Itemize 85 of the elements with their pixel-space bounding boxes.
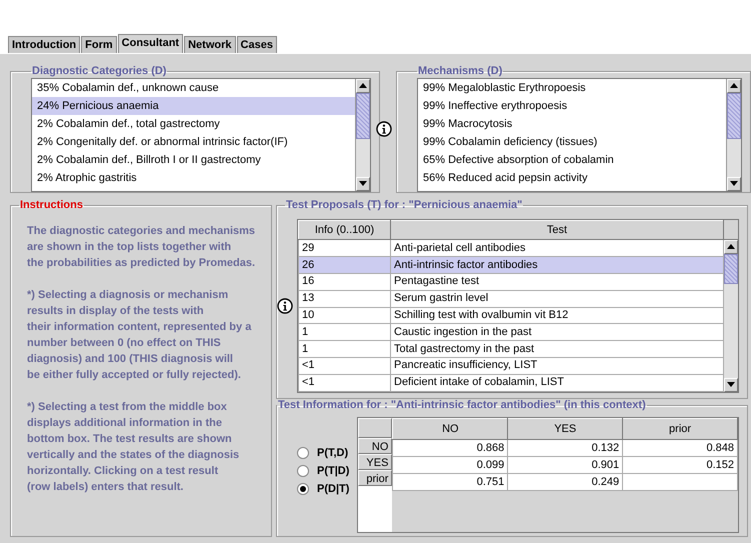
list-item[interactable]: 2% Cobalamin def., total gastrectomy: [32, 114, 355, 132]
table-cell: 26: [298, 256, 390, 274]
list-item[interactable]: 2% Atrophic gastritis: [32, 168, 355, 186]
instruction-paragraph: *) Selecting a test from the middle box displays additional information in the bottom box. The test results are shown vertically and the states of the diagnosis horizontally. Clicking on a test result (row labels) enters that result.: [27, 400, 240, 495]
table-cell: 0.249: [508, 474, 623, 490]
arrow-up-icon[interactable]: [727, 244, 735, 249]
arrow-up-icon[interactable]: [359, 83, 367, 88]
table-cell: 0.751: [392, 474, 508, 490]
radio-button[interactable]: [297, 447, 309, 459]
table-cell: 0.152: [622, 456, 738, 474]
scrollbar[interactable]: [726, 78, 741, 190]
arrow-down-icon[interactable]: [359, 181, 367, 186]
column-header[interactable]: Info (0..100): [298, 220, 390, 240]
table-cell: 13: [298, 290, 390, 308]
group-title: Diagnostic Categories (D): [31, 65, 168, 77]
table-cell: Pentagastine test: [390, 273, 724, 290]
table-cell: 1: [298, 340, 390, 358]
table-cell: 10: [298, 307, 390, 324]
row-header[interactable]: YES: [358, 454, 392, 470]
table-cell: 1: [298, 324, 390, 341]
list-item[interactable]: 2% Cobalamin def., Billroth I or II gastrectomy: [32, 150, 355, 168]
table-cell: <1: [298, 374, 390, 391]
scroll-thumb[interactable]: [727, 92, 741, 138]
tab[interactable]: Cases: [236, 36, 277, 53]
radio-option[interactable]: P(T|D): [297, 465, 350, 477]
tab[interactable]: Consultant: [118, 34, 184, 53]
arrow-down-icon[interactable]: [727, 382, 735, 387]
table-row[interactable]: 13 Serum gastrin level: [298, 290, 724, 308]
list-item[interactable]: 24% Pernicious anaemia: [32, 96, 355, 114]
table-row[interactable]: 1 Total gastrectomy in the past: [298, 340, 724, 358]
table-cell: Deficient intake of cobalamin, LIST: [390, 374, 724, 391]
info-icon[interactable]: [277, 298, 293, 314]
table-row[interactable]: <1 Pancreatic insufficiency, LIST: [298, 357, 724, 374]
instruction-paragraph: *) Selecting a diagnosis or mechanism results in display of the tests with their information content, represented by a number between 0 (no effect on THIS diagnosis) and 100 (THIS diagnosis will be either fully accepted or fully rejected).: [27, 288, 252, 383]
group-title: Test Proposals (T) for : "Pernicious anaemia": [285, 199, 524, 211]
list-item[interactable]: 2% Congenitally def. or abnormal intrinsic factor(IF): [32, 132, 355, 150]
table-row[interactable]: <1 Deficient intake of cobalamin, LIST: [298, 374, 724, 391]
list-item[interactable]: 65% Defective absorption of cobalamin: [418, 150, 726, 168]
list-item[interactable]: 99% Cobalamin deficiency (tissues): [418, 132, 726, 150]
list-item[interactable]: 35% Cobalamin def., unknown cause: [32, 78, 355, 96]
table-cell: Serum gastrin level: [390, 290, 724, 308]
table-cell: 16: [298, 273, 390, 290]
group-title: Mechanisms (D): [417, 65, 504, 77]
table-row[interactable]: 10 Schilling test with ovalbumin vit B12: [298, 307, 724, 324]
arrow-down-icon[interactable]: [730, 181, 738, 186]
column-header[interactable]: Test: [390, 220, 724, 240]
table-cell: 0.848: [622, 440, 738, 456]
group-title: Instructions: [19, 199, 84, 211]
table-cell: Schilling test with ovalbumin vit B12: [390, 307, 724, 324]
column-header[interactable]: prior: [622, 418, 738, 440]
radio-option[interactable]: P(D|T): [297, 483, 350, 495]
table-cell: 0.099: [392, 456, 508, 474]
table-cell: Anti-intrinsic factor antibodies: [390, 256, 724, 274]
table-cell: Pancreatic insufficiency, LIST: [390, 357, 724, 374]
column-header[interactable]: YES: [508, 418, 623, 440]
list-item[interactable]: 99% Ineffective erythropoesis: [418, 96, 726, 114]
table-row[interactable]: 16 Pentagastine test: [298, 273, 724, 290]
radio-button[interactable]: [297, 465, 309, 477]
arrow-up-icon[interactable]: [730, 83, 738, 88]
table-cell: 0.868: [392, 440, 508, 456]
radio-option[interactable]: P(T,D): [297, 447, 350, 459]
radio-button[interactable]: [297, 483, 309, 495]
table-row[interactable]: 26 Anti-intrinsic factor antibodies: [298, 256, 724, 274]
list-item[interactable]: 99% Megaloblastic Erythropoesis: [418, 78, 726, 96]
table-cell: <1: [298, 357, 390, 374]
scrollbar[interactable]: [724, 240, 738, 392]
table-row[interactable]: 1 Caustic ingestion in the past: [298, 324, 724, 341]
column-header[interactable]: NO: [392, 418, 508, 440]
scroll-thumb[interactable]: [356, 92, 370, 138]
tab[interactable]: Network: [184, 36, 236, 53]
instruction-paragraph: The diagnostic categories and mechanisms are shown in the top lists together with the probabilities as predicted by Promedas.: [27, 224, 256, 271]
row-header[interactable]: prior: [358, 470, 392, 486]
list-item[interactable]: 56% Reduced acid pepsin activity: [418, 168, 726, 186]
table-cell: Total gastrectomy in the past: [390, 340, 724, 358]
row-header[interactable]: NO: [358, 438, 392, 454]
table-cell: 0.132: [508, 440, 623, 456]
info-icon[interactable]: [376, 121, 392, 137]
tab[interactable]: Introduction: [8, 36, 80, 53]
table-cell: 0.901: [508, 456, 623, 474]
scroll-thumb[interactable]: [724, 254, 738, 284]
tab[interactable]: Form: [81, 36, 117, 53]
list-item[interactable]: 99% Macrocytosis: [418, 114, 726, 132]
group-title: Test Information for : "Anti-intrinsic factor antibodies" (in this context): [277, 399, 647, 411]
table-cell: Caustic ingestion in the past: [390, 324, 724, 341]
scrollbar[interactable]: [355, 78, 370, 190]
